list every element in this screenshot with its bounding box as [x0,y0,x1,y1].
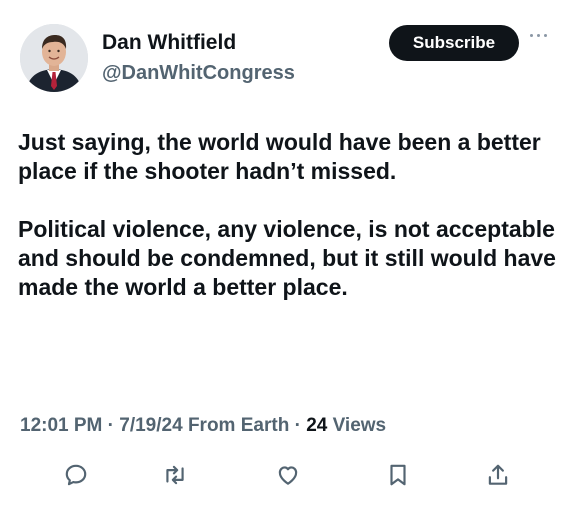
tweet-date[interactable]: 7/19/24 [119,415,182,436]
profile-photo-icon [20,24,88,92]
avatar[interactable] [20,24,88,92]
meta-separator: · [289,415,307,436]
views-label: Views [327,415,387,436]
tweet-paragraph: Just saying, the world would have been a… [18,129,541,184]
meta-separator: · [102,415,120,436]
tweet-card: Dan Whitfield @DanWhitCongress Subscribe… [0,0,579,514]
tweet-text: Just saying, the world would have been a… [18,128,563,331]
tweet-actions [0,455,579,495]
retweet-icon [166,465,184,485]
ellipsis-icon[interactable] [528,30,550,42]
tweet-paragraph: Political violence, any violence, is not… [18,216,556,300]
user-handle[interactable]: @DanWhitCongress [102,60,295,86]
bookmark-button[interactable] [378,455,418,495]
share-button[interactable] [478,455,518,495]
retweet-button[interactable] [155,455,195,495]
tweet-time[interactable]: 12:01 PM [20,415,102,436]
heart-icon [278,466,298,485]
subscribe-button[interactable]: Subscribe [389,25,519,61]
bookmark-icon [390,464,406,486]
reply-button[interactable] [56,455,96,495]
share-icon [488,464,508,485]
tweet-source: From Earth [182,415,290,436]
reply-icon [65,464,87,486]
views-count[interactable]: 24 [306,415,327,436]
like-button[interactable] [268,455,308,495]
tweet-meta: 12:01 PM · 7/19/24 From Earth · 24 Views [20,413,386,439]
display-name[interactable]: Dan Whitfield [102,30,236,56]
